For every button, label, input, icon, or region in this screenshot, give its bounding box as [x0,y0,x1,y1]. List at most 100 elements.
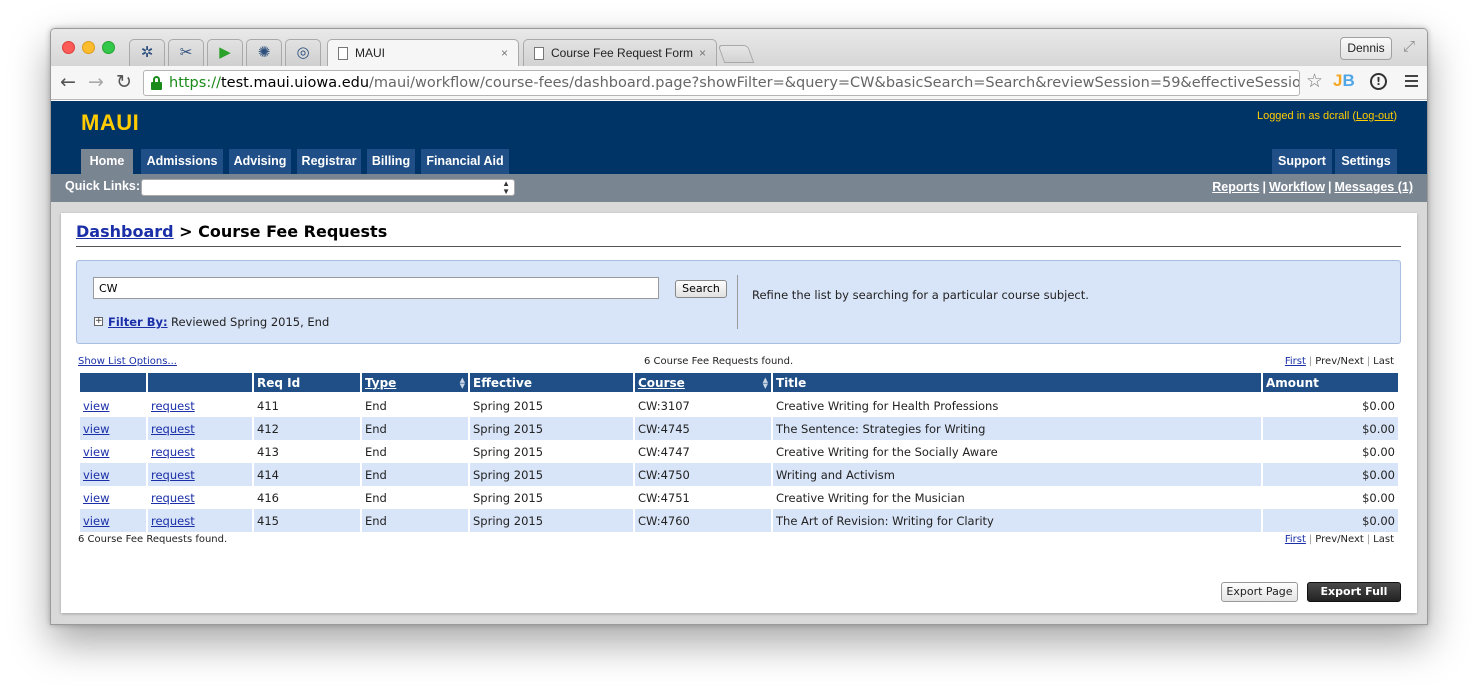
title-cell: Creative Writing for the Socially Aware [776,444,998,459]
bookmark-star-icon[interactable]: ☆ [1306,70,1323,92]
pager-first-link[interactable]: First [1285,534,1306,545]
brand-logo[interactable]: MAUI [81,110,139,136]
logout-link[interactable]: Log-out [1356,110,1393,122]
fullscreen-icon[interactable]: ⤢ [1403,37,1415,55]
pinned-tab-5[interactable]: ◎ [285,39,321,66]
request-link[interactable]: request [151,445,195,459]
table-row: view request 413 End Spring 2015 CW:4747… [80,440,1398,463]
filter-by-link[interactable]: Filter By: [108,315,168,329]
req-id-cell: 413 [257,444,279,459]
forward-icon[interactable]: → [88,71,104,93]
view-link[interactable]: view [83,422,109,436]
tab-close-icon[interactable]: × [699,40,706,66]
course-cell: CW:4751 [638,490,690,505]
reload-icon[interactable]: ↻ [116,71,132,93]
view-link[interactable]: view [83,399,109,413]
select-arrows-icon: ▲ ▼ [502,179,510,196]
export-page-button[interactable]: Export Page [1221,582,1298,602]
nav-tab-support[interactable]: Support [1272,149,1332,174]
column-header-type[interactable]: Type ▲ ▼ [362,373,468,394]
search-hint: Refine the list by searching for a parti… [752,288,1089,302]
pinned-tab-1[interactable]: ✲ [129,39,165,66]
close-window-button[interactable] [62,41,75,54]
request-link[interactable]: request [151,514,195,528]
info-extension-icon[interactable]: ! [1370,73,1387,90]
scissors-icon: ✂ [179,43,193,61]
show-list-options-link[interactable]: Show List Options... [78,356,177,367]
expand-filter-icon[interactable]: + [94,317,103,326]
nav-tab-home[interactable]: Home [81,149,133,174]
search-panel: Search Refine the list by searching for … [76,260,1401,344]
effective-cell: Spring 2015 [473,444,544,459]
document-icon [534,47,544,60]
nav-tab-settings[interactable]: Settings [1335,149,1397,174]
reports-link[interactable]: Reports [1212,180,1259,194]
table-row: view request 412 End Spring 2015 CW:4745… [80,417,1398,440]
pager-separator: | [1366,534,1371,545]
pinned-tab-3[interactable]: ▶ [207,39,243,66]
back-icon[interactable]: ← [60,71,76,93]
messages-link[interactable]: Messages (1) [1334,180,1413,194]
req-id-cell: 412 [254,417,360,440]
nav-tab-admissions[interactable]: Admissions [141,149,223,174]
tab-course-fee-request-form[interactable]: Course Fee Request Form × [523,39,717,66]
search-button[interactable]: Search [675,280,727,298]
search-input[interactable] [93,277,659,299]
workflow-link[interactable]: Workflow [1269,180,1325,194]
tab-maui[interactable]: MAUI × [327,39,519,66]
export-full-list-button[interactable]: Export Full List [1307,582,1401,616]
type-cell: End [365,444,387,459]
quick-links-select[interactable]: ▲ ▼ [141,179,515,196]
column-header-title: Title [773,373,1261,394]
column-header-type-label[interactable]: Type [365,376,396,390]
url-text: https://test.maui.uiowa.edu/maui/workflo… [169,71,1299,95]
type-cell: End [365,398,387,413]
zoom-window-button[interactable] [102,41,115,54]
amount-cell: $0.00 [1263,509,1398,532]
view-link[interactable]: view [83,445,109,459]
pager-prevnext: Prev/Next [1315,356,1364,367]
url-scheme: https:// [169,75,221,91]
view-link[interactable]: view [83,514,109,528]
jetbrains-extension-icon[interactable]: JB [1333,71,1355,91]
pinned-tab-2[interactable]: ✂ [168,39,204,66]
column-header-view [80,373,146,394]
quick-links: Reports | Workflow | Messages (1) [1212,180,1413,194]
type-cell: End [362,417,468,440]
title-cell: Creative Writing for the Musician [776,490,965,505]
nav-tab-financial-aid[interactable]: Financial Aid [421,149,509,174]
course-cell: CW:3107 [638,398,690,413]
request-link[interactable]: request [151,422,195,436]
type-cell: End [362,463,468,486]
pager-last: Last [1373,356,1394,367]
breadcrumb-dashboard-link[interactable]: Dashboard [76,222,174,241]
req-id-cell: 415 [254,509,360,532]
new-tab-button[interactable] [717,45,755,63]
effective-cell: Spring 2015 [470,463,633,486]
request-link[interactable]: request [151,491,195,505]
profile-button[interactable]: Dennis [1340,37,1392,60]
title-bar: ✲ ✂ ▶ ✺ ◎ MAUI × Course Fee Request Form… [51,29,1427,66]
nav-tab-advising[interactable]: Advising [229,149,291,174]
view-link[interactable]: view [83,491,109,505]
pinned-tab-4[interactable]: ✺ [246,39,282,66]
title-cell: Creative Writing for Health Professions [776,398,999,413]
type-cell: End [365,490,387,505]
view-link[interactable]: view [83,468,109,482]
pager-first-link[interactable]: First [1285,356,1306,367]
type-cell: End [362,509,468,532]
column-header-course-label[interactable]: Course [638,376,685,390]
address-bar[interactable]: https://test.maui.uiowa.edu/maui/workflo… [143,70,1300,96]
request-link[interactable]: request [151,399,195,413]
minimize-window-button[interactable] [82,41,95,54]
request-link[interactable]: request [151,468,195,482]
nav-tab-registrar[interactable]: Registrar [297,149,361,174]
nav-tab-billing[interactable]: Billing [367,149,415,174]
course-cell: CW:4760 [635,509,771,532]
amount-cell: $0.00 [1263,417,1398,440]
menu-icon[interactable] [1405,75,1418,90]
column-header-course[interactable]: Course ▲ ▼ [635,373,771,394]
tab-close-icon[interactable]: × [501,40,508,66]
effective-cell: Spring 2015 [473,490,544,505]
url-host: test.maui.uiowa.edu [220,75,370,91]
